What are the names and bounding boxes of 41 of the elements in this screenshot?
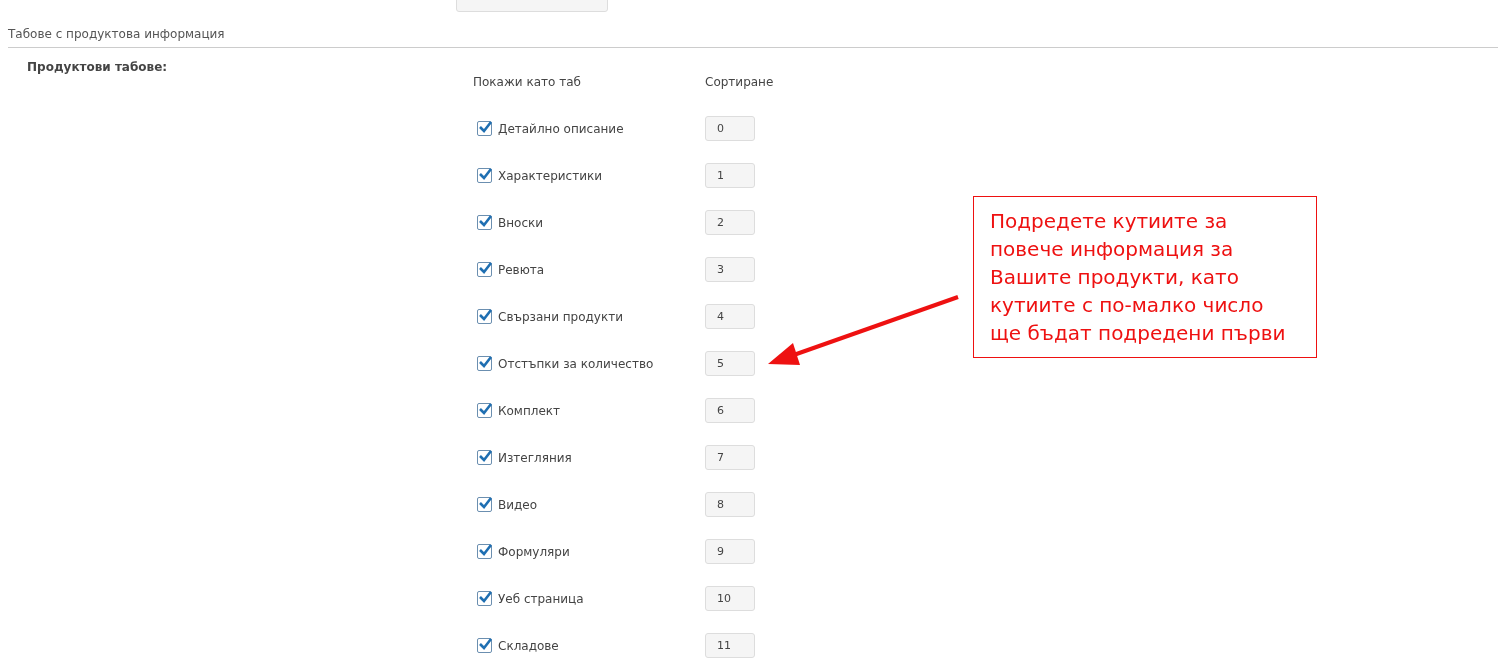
checkbox-label: Формуляри bbox=[498, 544, 570, 559]
checkbox-label: Характеристики bbox=[498, 168, 602, 183]
checkbox-label: Комплект bbox=[498, 403, 561, 418]
checkbox[interactable] bbox=[477, 215, 492, 230]
section-title: Табове с продуктова информация bbox=[8, 27, 1498, 48]
checkbox-label: Вноски bbox=[498, 215, 544, 230]
checkbox-label: Отстъпки за количество bbox=[498, 356, 654, 371]
checkbox-label: Уеб страница bbox=[498, 591, 584, 606]
checkbox-label: Изтегляния bbox=[498, 450, 572, 465]
sort-field[interactable]: 6 bbox=[705, 398, 755, 423]
checkbox[interactable] bbox=[477, 262, 492, 277]
checkbox[interactable] bbox=[477, 121, 492, 136]
callout-note: Подредете кутиите за повече информация за Вашите продукти, като кутиите с по-малко число ще бъдат подредени първи bbox=[973, 196, 1317, 358]
sort-field[interactable]: 7 bbox=[705, 445, 755, 470]
checkbox[interactable] bbox=[477, 591, 492, 606]
checkbox[interactable] bbox=[477, 309, 492, 324]
column-header: Покажи като таб bbox=[473, 73, 582, 91]
checkbox[interactable] bbox=[477, 356, 492, 371]
checkbox-label: Складове bbox=[498, 638, 559, 653]
sort-field[interactable]: 4 bbox=[705, 304, 755, 329]
sort-field[interactable]: 9 bbox=[705, 539, 755, 564]
sort-field[interactable]: 10 bbox=[705, 586, 755, 611]
checkbox[interactable] bbox=[477, 450, 492, 465]
checkbox[interactable] bbox=[477, 638, 492, 653]
column-header: Сортиране bbox=[705, 73, 775, 91]
checkbox-label: Видео bbox=[498, 497, 538, 512]
checkbox[interactable] bbox=[477, 544, 492, 559]
field-label: Продуктови табове: bbox=[27, 60, 168, 74]
sort-field[interactable]: 1 bbox=[705, 163, 755, 188]
sort-field[interactable]: 0 bbox=[705, 116, 755, 141]
checkbox[interactable] bbox=[477, 403, 492, 418]
checkbox[interactable] bbox=[477, 497, 492, 512]
sort-field[interactable]: 2 bbox=[705, 210, 755, 235]
sort-field[interactable]: 5 bbox=[705, 351, 755, 376]
sort-field[interactable]: 11 bbox=[705, 633, 755, 658]
checkbox-label: Свързани продукти bbox=[498, 309, 623, 324]
sort-field[interactable]: 3 bbox=[705, 257, 755, 282]
checkbox[interactable] bbox=[477, 168, 492, 183]
sort-field[interactable]: 8 bbox=[705, 492, 755, 517]
checkbox-label: Детайлно описание bbox=[498, 121, 624, 136]
checkbox-label: Ревюта bbox=[498, 262, 545, 277]
